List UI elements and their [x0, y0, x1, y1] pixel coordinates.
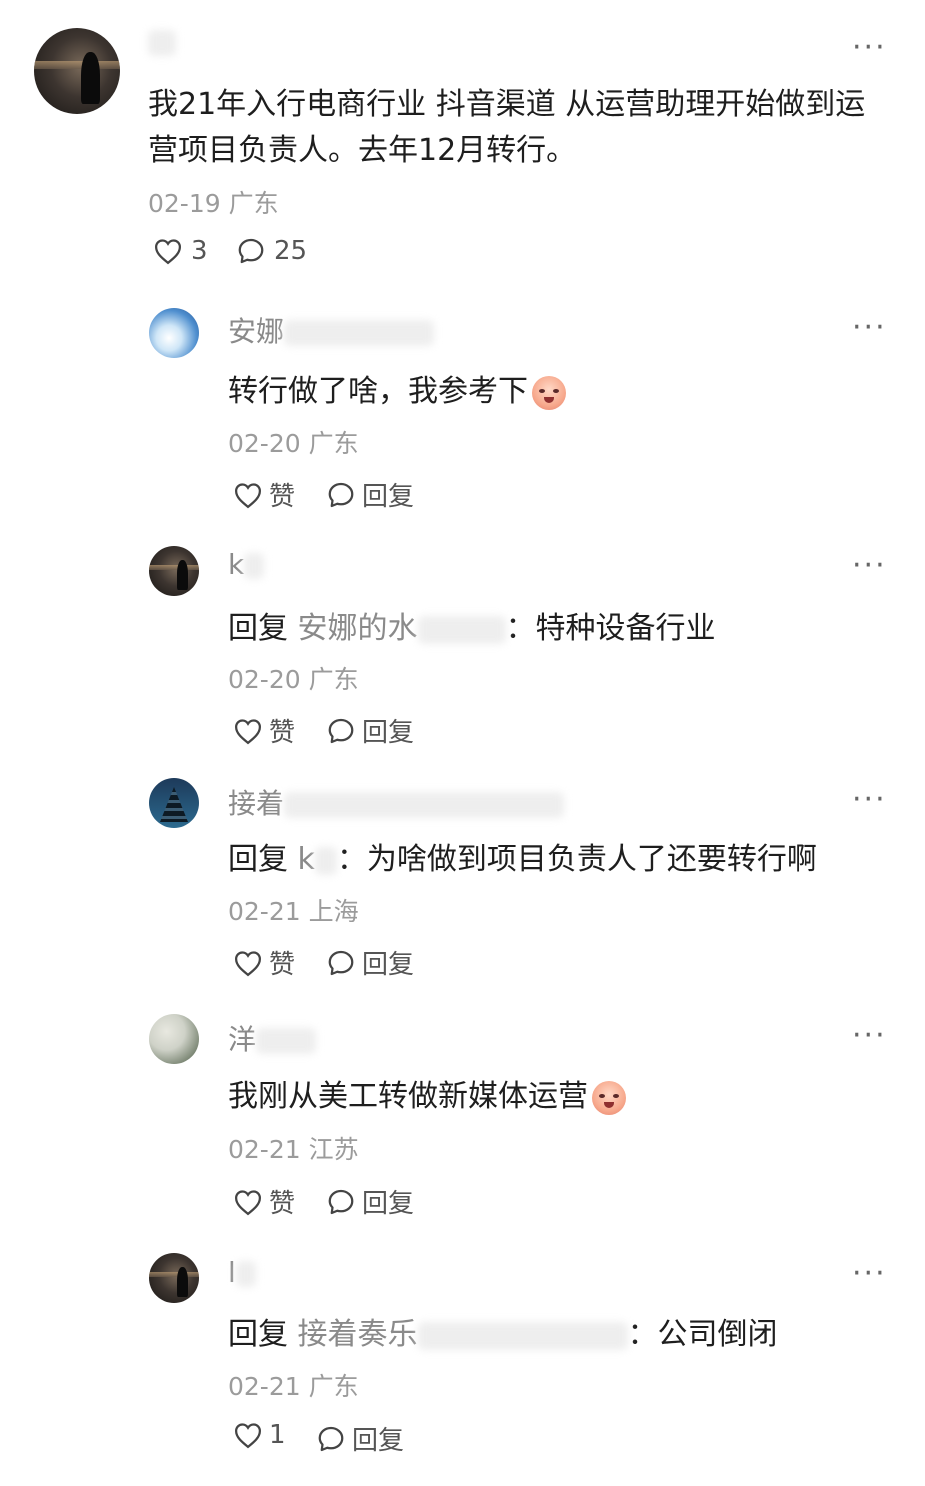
heart-icon	[234, 718, 262, 744]
reply-more-button[interactable]: ···	[852, 548, 887, 583]
reply-author-name[interactable]: 接着	[228, 782, 565, 822]
reply-like-button[interactable]: 1	[233, 1420, 286, 1450]
reply-location: 江苏	[308, 1135, 359, 1164]
reply-date: 02-21	[228, 1135, 301, 1164]
more-dots-icon: ···	[852, 782, 887, 817]
more-dots-icon: ···	[852, 30, 887, 65]
reply-mention[interactable]: 接着奏乐	[298, 1317, 418, 1352]
reply-more-button[interactable]: ···	[852, 310, 887, 345]
more-dots-icon: ···	[852, 1018, 887, 1053]
reply-author-name[interactable]: 安娜	[228, 310, 435, 350]
heart-icon	[154, 239, 182, 265]
reply-text: 回复 k ：为啥做到项目负责人了还要转行啊	[228, 842, 817, 877]
more-dots-icon: ···	[852, 1256, 887, 1291]
post-content: 我21年入行电商行业 抖音渠道 从运营助理开始做到运 营项目负责人。去年12月转…	[148, 87, 866, 168]
crying-emoji-icon	[532, 375, 566, 410]
heart-icon	[234, 950, 262, 976]
reply-text: 我刚从美工转做新媒体运营	[228, 1071, 626, 1115]
reply-author-name[interactable]: l	[228, 1256, 256, 1289]
heart-icon	[234, 1189, 262, 1215]
reply-meta: 02-20 广东	[228, 660, 359, 696]
reply-reply-button[interactable]: 回复	[326, 712, 414, 749]
reply-text: 回复 安娜的水 ：特种设备行业	[228, 611, 716, 646]
comment-bubble-icon	[328, 1189, 354, 1214]
post-meta: 02-19 广东	[148, 184, 279, 220]
reply-like-button[interactable]: 赞	[233, 1183, 295, 1220]
post-date: 02-19	[148, 189, 221, 218]
reply-meta: 02-21 广东	[228, 1367, 359, 1403]
more-dots-icon: ···	[852, 548, 887, 583]
reply-mention[interactable]: k	[298, 842, 315, 877]
reply-date: 02-21	[228, 897, 301, 926]
heart-icon	[234, 482, 262, 508]
reply-reply-button[interactable]: 回复	[326, 1183, 414, 1220]
post-author-name[interactable]	[148, 30, 176, 56]
reply-avatar[interactable]	[149, 546, 199, 596]
reply-meta: 02-20 广东	[228, 424, 359, 460]
crying-emoji-icon	[592, 1080, 626, 1115]
reply-avatar[interactable]	[149, 778, 199, 828]
reply-more-button[interactable]: ···	[852, 782, 887, 817]
reply-avatar[interactable]	[149, 1253, 199, 1303]
post-like-count: 3	[191, 236, 208, 266]
reply-location: 广东	[308, 1372, 359, 1401]
reply-date: 02-21	[228, 1372, 301, 1401]
reply-location: 广东	[308, 665, 359, 694]
reply-date: 02-20	[228, 665, 301, 694]
comment-bubble-icon	[238, 238, 264, 264]
reply-date: 02-20	[228, 429, 301, 458]
reply-reply-button[interactable]: 回复	[316, 1420, 404, 1457]
post-comment-count: 25	[274, 236, 308, 266]
reply-avatar[interactable]	[149, 308, 199, 358]
reply-like-button[interactable]: 赞	[233, 944, 295, 981]
more-dots-icon: ···	[852, 310, 887, 345]
reply-location: 上海	[308, 897, 359, 926]
reply-like-button[interactable]: 赞	[233, 476, 295, 513]
reply-more-button[interactable]: ···	[852, 1018, 887, 1053]
reply-mention[interactable]: 安娜的水	[298, 611, 418, 646]
reply-reply-button[interactable]: 回复	[326, 476, 414, 513]
reply-meta: 02-21 上海	[228, 892, 359, 928]
heart-icon	[234, 1423, 262, 1449]
reply-meta: 02-21 江苏	[228, 1130, 359, 1166]
comment-bubble-icon	[328, 718, 354, 743]
reply-location: 广东	[308, 429, 359, 458]
reply-avatar[interactable]	[149, 1014, 199, 1064]
reply-author-name[interactable]: k	[228, 548, 265, 581]
post-comment-button[interactable]: 25	[236, 236, 307, 266]
comment-bubble-icon	[328, 482, 354, 507]
reply-like-button[interactable]: 赞	[233, 712, 295, 749]
post-location: 广东	[228, 189, 279, 218]
post-author-avatar[interactable]	[34, 28, 120, 114]
reply-author-name[interactable]: 洋	[228, 1018, 317, 1058]
post-more-button[interactable]: ···	[852, 30, 887, 65]
reply-text: 转行做了啥，我参考下	[228, 366, 566, 410]
reply-more-button[interactable]: ···	[852, 1256, 887, 1291]
comment-bubble-icon	[318, 1426, 344, 1451]
reply-text: 回复 接着奏乐 ：公司倒闭	[228, 1317, 778, 1352]
post-like-button[interactable]: 3	[153, 236, 208, 266]
reply-reply-button[interactable]: 回复	[326, 944, 414, 981]
comment-bubble-icon	[328, 950, 354, 975]
